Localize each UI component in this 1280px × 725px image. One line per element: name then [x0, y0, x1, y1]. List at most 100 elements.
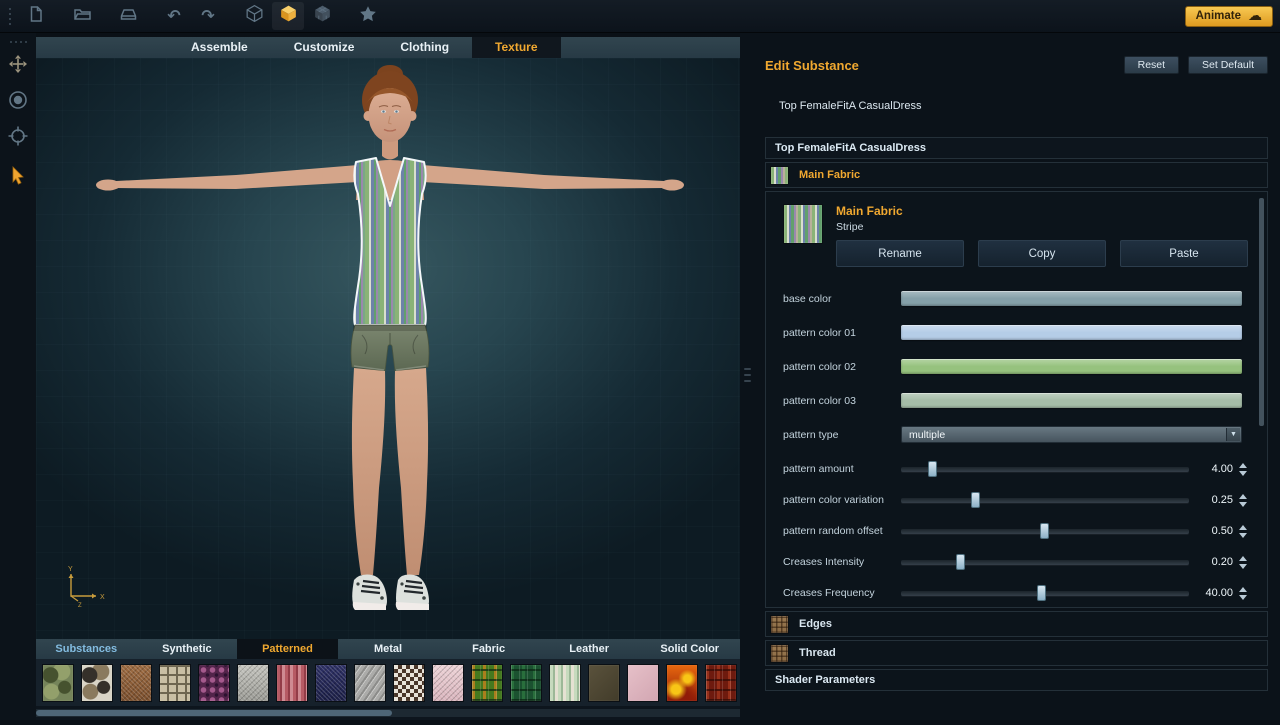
slider-handle[interactable] — [927, 461, 937, 477]
panel-resize-handle[interactable] — [744, 368, 751, 382]
tab-synthetic[interactable]: Synthetic — [137, 639, 238, 659]
texture-swatch-tweed-brown[interactable] — [120, 664, 152, 702]
tab-assemble[interactable]: Assemble — [168, 37, 271, 58]
cloud-upload-icon: ☁ — [1248, 8, 1262, 24]
pattern-color-02-swatch[interactable] — [901, 359, 1242, 374]
slider-value: 0.50 — [1211, 525, 1233, 537]
select-cursor-button[interactable] — [0, 163, 36, 193]
sidebar-drag-handle[interactable] — [0, 41, 36, 43]
save-icon — [119, 5, 138, 28]
cube-solid-button[interactable] — [272, 2, 304, 30]
texture-swatch-weave-rose[interactable] — [627, 664, 659, 702]
new-file-button[interactable] — [20, 2, 52, 30]
thread-accordion[interactable]: Thread — [765, 640, 1268, 666]
tab-texture[interactable]: Texture — [472, 37, 561, 58]
slider-label: pattern color variation — [783, 494, 884, 506]
tab-clothing[interactable]: Clothing — [377, 37, 472, 58]
texture-swatch-plaid-dark-red[interactable] — [705, 664, 737, 702]
texture-swatch-windowpane-beige[interactable] — [159, 664, 191, 702]
texture-swatch-stripe-red[interactable] — [276, 664, 308, 702]
save-button[interactable] — [112, 2, 144, 30]
stepper-down-icon[interactable] — [1239, 532, 1247, 538]
zoom-target-tool-button[interactable] — [0, 123, 36, 153]
character-model[interactable] — [36, 58, 740, 639]
chevron-down-icon[interactable]: ▼ — [1226, 428, 1240, 441]
slider-handle[interactable] — [1037, 585, 1047, 601]
color-row: base color — [783, 291, 1250, 306]
slider-label: pattern amount — [783, 463, 854, 475]
rename-button[interactable]: Rename — [836, 240, 964, 267]
texture-swatch-houndstooth[interactable] — [393, 664, 425, 702]
texture-swatch-canvas-olive[interactable] — [588, 664, 620, 702]
library-scrollbar-thumb[interactable] — [36, 710, 392, 716]
edges-accordion[interactable]: Edges — [765, 611, 1268, 637]
tab-metal[interactable]: Metal — [338, 639, 439, 659]
texture-swatch-damask-purple[interactable] — [198, 664, 230, 702]
redo-button[interactable]: ↷ — [192, 2, 224, 30]
pattern-type-dropdown[interactable]: multiple ▼ — [901, 426, 1242, 443]
open-folder-button[interactable] — [66, 2, 98, 30]
texture-swatch-textured-white[interactable] — [237, 664, 269, 702]
cube-wireframe-button[interactable] — [238, 2, 270, 30]
texture-swatch-weave-pink[interactable] — [432, 664, 464, 702]
slider-handle[interactable] — [970, 492, 980, 508]
substance-preview-thumbnail[interactable] — [783, 204, 823, 244]
slider-row-creases-frequency: Creases Frequency 40.00 — [783, 585, 1250, 601]
texture-swatch-tartan-dark-green[interactable] — [510, 664, 542, 702]
cube-textured-button[interactable] — [306, 2, 338, 30]
stepper-up-icon[interactable] — [1239, 462, 1247, 468]
paste-button[interactable]: Paste — [1120, 240, 1248, 267]
stepper-down-icon[interactable] — [1239, 594, 1247, 600]
pan-tool-icon — [8, 54, 28, 79]
slider-value: 40.00 — [1205, 587, 1233, 599]
tab-substances[interactable]: Substances — [36, 639, 137, 659]
orbit-tool-button[interactable] — [0, 87, 36, 117]
texture-swatch-herringbone-gray[interactable] — [354, 664, 386, 702]
stepper-down-icon[interactable] — [1239, 563, 1247, 569]
undo-button[interactable]: ↶ — [158, 2, 190, 30]
set-default-button[interactable]: Set Default — [1188, 56, 1268, 74]
tab-fabric[interactable]: Fabric — [438, 639, 539, 659]
slider-track[interactable] — [901, 461, 1189, 477]
tab-patterned[interactable]: Patterned — [237, 639, 338, 659]
texture-swatch-camo-snow[interactable] — [81, 664, 113, 702]
pattern-color-01-swatch[interactable] — [901, 325, 1242, 340]
garment-section-header[interactable]: Top FemaleFitA CasualDress — [765, 137, 1268, 159]
copy-button[interactable]: Copy — [978, 240, 1106, 267]
toolbar-drag-handle[interactable] — [3, 7, 17, 25]
texture-swatch-tartan-green-orange[interactable] — [471, 664, 503, 702]
slider-track[interactable] — [901, 492, 1189, 508]
stepper-up-icon[interactable] — [1239, 524, 1247, 530]
slider-handle[interactable] — [1040, 523, 1049, 539]
base-color-swatch[interactable] — [901, 291, 1242, 306]
animate-button[interactable]: Animate ☁ — [1184, 5, 1273, 27]
stepper-up-icon[interactable] — [1239, 493, 1247, 499]
pan-tool-button[interactable] — [0, 51, 36, 81]
reset-button[interactable]: Reset — [1123, 56, 1180, 74]
main-fabric-accordion[interactable]: Main Fabric — [765, 162, 1268, 188]
favorites-star-button[interactable] — [352, 2, 384, 30]
stepper-up-icon[interactable] — [1239, 586, 1247, 592]
texture-swatch-camo-green[interactable] — [42, 664, 74, 702]
stepper-down-icon[interactable] — [1239, 501, 1247, 507]
axis-gizmo: Y X Z — [58, 562, 106, 613]
tab-leather[interactable]: Leather — [539, 639, 640, 659]
tab-solid-color[interactable]: Solid Color — [639, 639, 740, 659]
texture-swatch-denim-navy[interactable] — [315, 664, 347, 702]
stepper-up-icon[interactable] — [1239, 555, 1247, 561]
slider-track[interactable] — [901, 554, 1189, 570]
slider-track[interactable] — [901, 523, 1189, 539]
slider-track[interactable] — [901, 585, 1189, 601]
shader-parameters-header[interactable]: Shader Parameters — [765, 669, 1268, 691]
slider-stepper — [1236, 555, 1250, 569]
stepper-down-icon[interactable] — [1239, 470, 1247, 476]
library-scrollbar-track[interactable] — [36, 709, 740, 717]
panel-scrollbar-thumb[interactable] — [1259, 198, 1264, 426]
3d-viewport[interactable]: Y X Z — [36, 58, 740, 639]
tab-customize[interactable]: Customize — [271, 37, 378, 58]
slider-handle[interactable] — [956, 554, 966, 570]
slider-stepper — [1236, 586, 1250, 600]
texture-swatch-stripe-pale-green[interactable] — [549, 664, 581, 702]
pattern-color-03-swatch[interactable] — [901, 393, 1242, 408]
texture-swatch-lava-orange[interactable] — [666, 664, 698, 702]
